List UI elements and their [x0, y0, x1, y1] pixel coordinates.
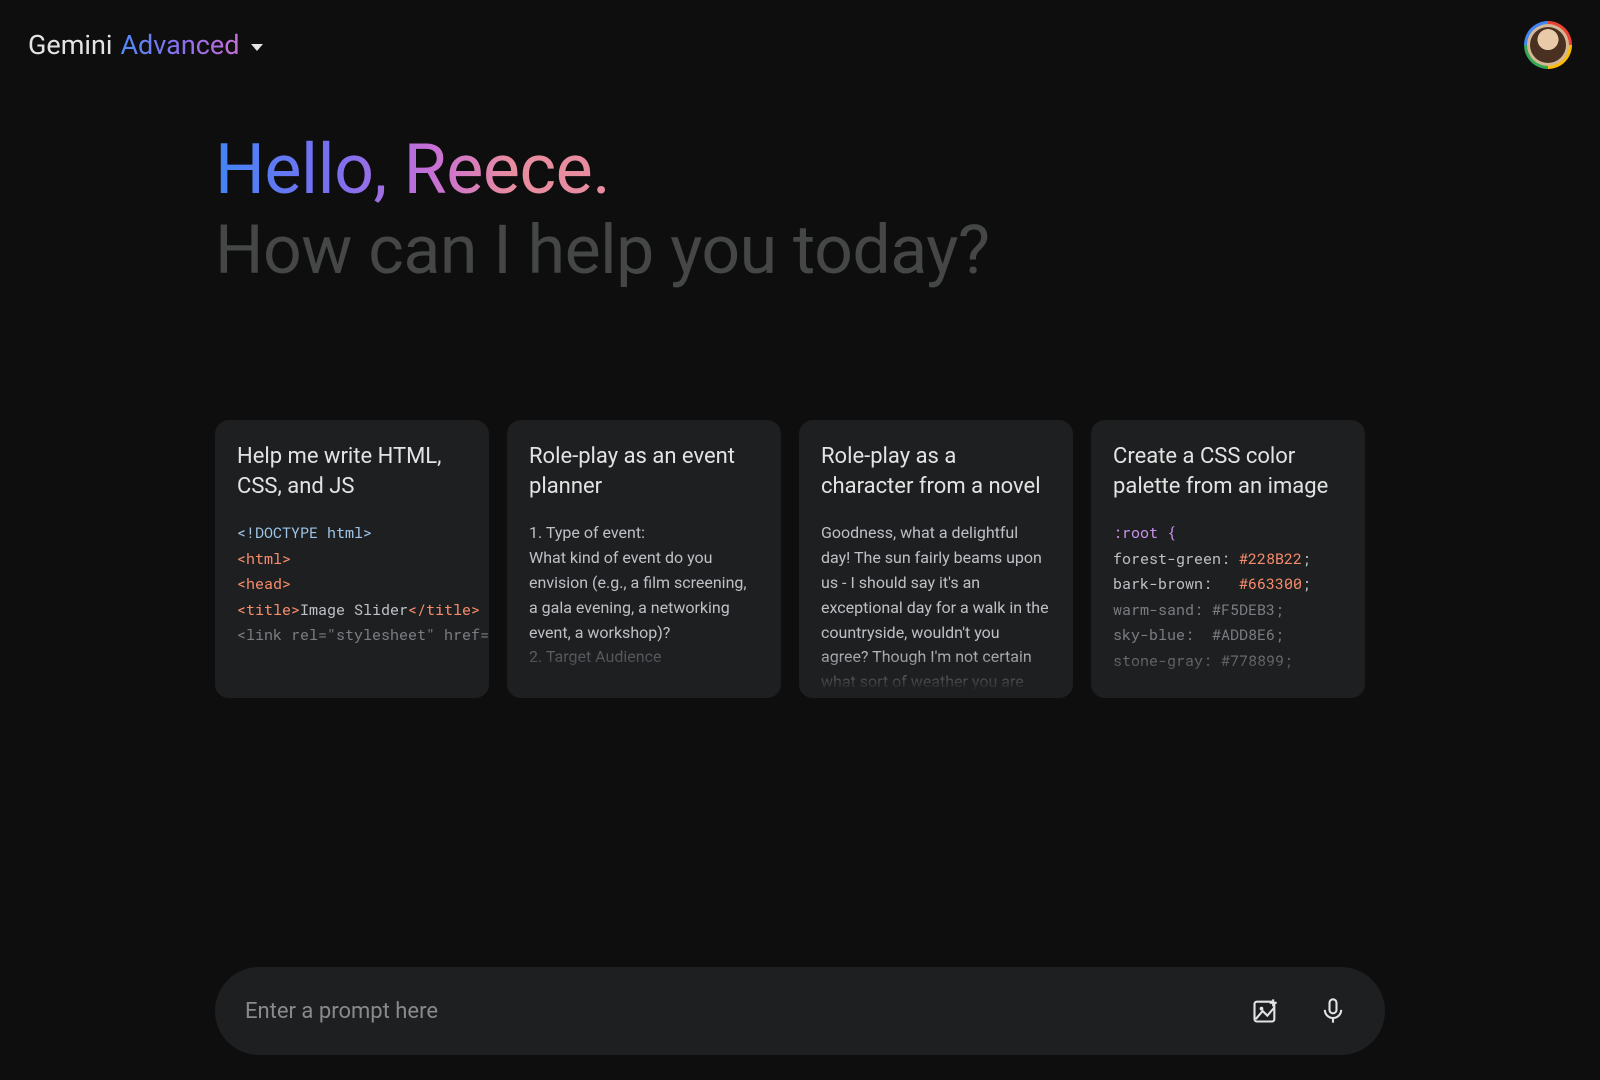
suggestion-card-event-planner[interactable]: Role-play as an event planner 1. Type of… — [507, 420, 781, 698]
card-title: Help me write HTML, CSS, and JS — [237, 442, 467, 501]
prompt-bar — [215, 967, 1385, 1055]
card-body: Goodness, what a delightful day! The sun… — [821, 521, 1051, 698]
header-bar: Gemini Advanced — [0, 0, 1600, 90]
card-body: :root {forest-green: #228B22;bark-brown:… — [1113, 521, 1343, 674]
suggestion-card-roleplay-novel[interactable]: Role-play as a character from a novel Go… — [799, 420, 1073, 698]
avatar-image — [1527, 24, 1569, 66]
chevron-down-icon — [251, 44, 263, 51]
card-body: 1. Type of event:What kind of event do y… — [529, 521, 759, 670]
suggestion-card-html[interactable]: Help me write HTML, CSS, and JS <!DOCTYP… — [215, 420, 489, 698]
greeting-subtitle: How can I help you today? — [215, 211, 1385, 289]
avatar[interactable] — [1524, 21, 1572, 69]
product-name: Gemini — [28, 29, 112, 61]
microphone-icon[interactable] — [1319, 997, 1347, 1025]
suggestion-cards: Help me write HTML, CSS, and JS <!DOCTYP… — [215, 420, 1365, 698]
upload-image-icon[interactable] — [1251, 997, 1279, 1025]
prompt-input[interactable] — [245, 999, 1251, 1024]
card-title: Role-play as a character from a novel — [821, 442, 1051, 501]
main-content: Hello, Reece. How can I help you today? — [215, 130, 1385, 289]
product-tier: Advanced — [120, 29, 239, 61]
card-title: Create a CSS color palette from an image — [1113, 442, 1343, 501]
model-selector[interactable]: Gemini Advanced — [28, 29, 263, 61]
card-title: Role-play as an event planner — [529, 442, 759, 501]
suggestion-card-css-palette[interactable]: Create a CSS color palette from an image… — [1091, 420, 1365, 698]
card-body: <!DOCTYPE html><html><head><title>Image … — [237, 521, 467, 649]
greeting-headline: Hello, Reece. — [215, 130, 610, 211]
